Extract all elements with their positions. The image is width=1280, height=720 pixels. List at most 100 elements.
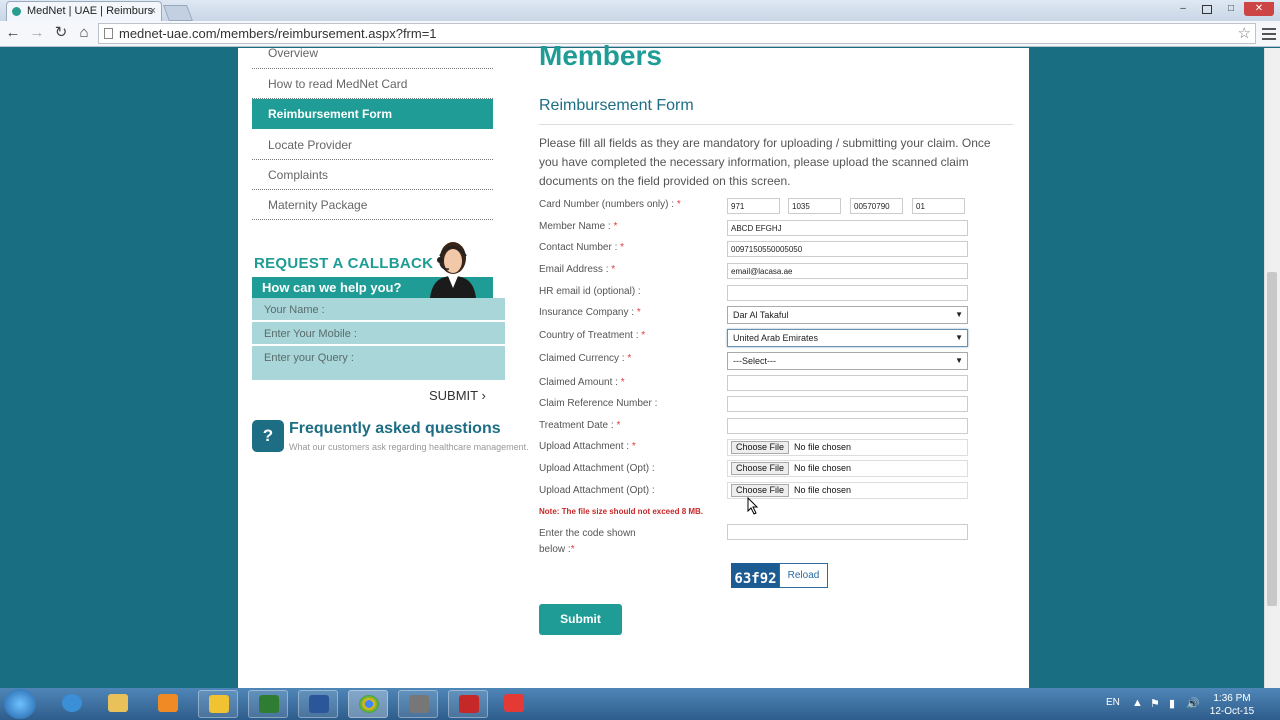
callback-title: REQUEST A CALLBACK	[254, 255, 434, 272]
sidebar-item-locate-provider[interactable]: Locate Provider	[252, 130, 493, 160]
home-button[interactable]: ⌂	[75, 24, 93, 42]
insurance-company-select[interactable]: Dar Al Takaful ▼	[727, 306, 968, 324]
card-number-part3-input[interactable]: 00570790	[850, 198, 903, 214]
country-label: Country of Treatment : *	[539, 330, 646, 341]
media-player-icon[interactable]	[148, 690, 188, 718]
currency-select[interactable]: ---Select--- ▼	[727, 352, 968, 370]
divider	[539, 124, 1013, 125]
language-indicator[interactable]: EN	[1106, 697, 1120, 708]
file-explorer-icon[interactable]	[98, 690, 138, 718]
action-center-flag-icon[interactable]: ⚑	[1150, 697, 1160, 710]
upload3-choose-file-button[interactable]: Choose File	[731, 484, 789, 497]
upload2-choose-file-button[interactable]: Choose File	[731, 462, 789, 475]
member-name-input[interactable]: ABCD EFGHJ	[727, 220, 968, 236]
dropdown-arrow-icon: ▼	[955, 333, 963, 342]
browser-menu-icon[interactable]	[1262, 25, 1276, 41]
callback-submit-button[interactable]: SUBMIT ›	[429, 388, 486, 403]
faq-title[interactable]: Frequently asked questions	[289, 420, 501, 438]
captcha-input[interactable]	[727, 524, 968, 540]
required-mark: *	[631, 441, 636, 452]
window-maximize-button[interactable]: □	[1220, 2, 1242, 16]
email-input[interactable]: email@lacasa.ae	[727, 263, 968, 279]
internet-explorer-icon[interactable]	[52, 690, 92, 718]
window-close-button[interactable]: ✕	[1244, 2, 1274, 16]
callback-query-field[interactable]: Enter your Query :	[252, 346, 505, 380]
amount-input[interactable]	[727, 375, 968, 391]
upload2-field: Choose File No file chosen	[727, 460, 968, 477]
window-restore-button[interactable]	[1196, 2, 1218, 16]
pdf-reader-icon[interactable]	[494, 690, 534, 718]
show-hidden-icons-icon[interactable]: ▲	[1132, 697, 1143, 709]
sidebar-item-complaints[interactable]: Complaints	[252, 160, 493, 190]
callback-submit-label: SUBMIT	[429, 388, 478, 403]
claim-reference-label: Claim Reference Number :	[539, 398, 658, 409]
sidebar-item-label: Locate Provider	[268, 138, 353, 152]
hr-email-input[interactable]	[727, 285, 968, 301]
sidebar-item-reimbursement-form[interactable]: Reimbursement Form	[252, 99, 493, 129]
submit-button[interactable]: Submit	[539, 604, 622, 635]
captcha-reload-button[interactable]: Reload	[779, 563, 828, 588]
sidebar-item-overview[interactable]: Overview	[252, 38, 493, 69]
sidebar-item-maternity-package[interactable]: Maternity Package	[252, 190, 493, 220]
country-select[interactable]: United Arab Emirates ▼	[727, 329, 968, 347]
start-button[interactable]	[4, 689, 36, 719]
forward-button[interactable]: →	[28, 24, 46, 42]
required-mark: *	[570, 544, 575, 555]
volume-icon[interactable]: 🔊	[1186, 697, 1200, 710]
sidebar-item-label: Complaints	[268, 168, 329, 182]
upload3-status: No file chosen	[794, 485, 852, 495]
email-label: Email Address : *	[539, 264, 616, 275]
callback-name-placeholder: Your Name :	[264, 304, 325, 316]
site-favicon-icon	[12, 7, 21, 16]
sidebar-item-label: Maternity Package	[268, 198, 368, 212]
required-mark: *	[676, 199, 681, 210]
treatment-date-label: Treatment Date : *	[539, 420, 621, 431]
dropdown-arrow-icon: ▼	[955, 310, 963, 319]
currency-label: Claimed Currency : *	[539, 353, 632, 364]
outlook-icon[interactable]	[198, 690, 238, 718]
sidebar-item-label: Reimbursement Form	[268, 107, 393, 121]
treatment-date-input[interactable]	[727, 418, 968, 434]
network-icon[interactable]: ▮	[1169, 697, 1175, 710]
contact-number-input[interactable]: 0097150550005050	[727, 241, 968, 257]
required-mark: *	[620, 377, 625, 388]
callback-mobile-placeholder: Enter Your Mobile :	[264, 328, 357, 340]
back-button[interactable]: ←	[4, 24, 22, 42]
callback-mobile-field[interactable]: Enter Your Mobile :	[252, 322, 505, 346]
browser-tab[interactable]: MedNet | UAE | Reimburs ×	[6, 1, 162, 21]
required-mark: *	[620, 242, 625, 253]
chrome-icon[interactable]	[348, 690, 388, 718]
window-minimize-button[interactable]: –	[1172, 2, 1194, 16]
file-size-note: Note: The file size should not exceed 8 …	[539, 507, 704, 516]
card-number-part4-input[interactable]: 01	[912, 198, 965, 214]
amount-label: Claimed Amount : *	[539, 377, 625, 388]
support-agent-image	[430, 242, 476, 298]
reload-button[interactable]: ↻	[52, 24, 70, 42]
faq-icon[interactable]: ?	[252, 420, 284, 452]
upload3-field: Choose File No file chosen	[727, 482, 968, 499]
upload1-choose-file-button[interactable]: Choose File	[731, 441, 789, 454]
page-title: Members	[539, 40, 662, 71]
bookmark-star-icon[interactable]: ☆	[1238, 24, 1251, 43]
word-icon[interactable]	[298, 690, 338, 718]
sidebar-item-label: Overview	[268, 46, 319, 60]
required-mark: *	[616, 420, 621, 431]
sidebar-item-how-to-read-card[interactable]: How to read MedNet Card	[252, 69, 493, 99]
image-editor-icon[interactable]	[448, 690, 488, 718]
upload3-label: Upload Attachment (Opt) :	[539, 485, 655, 496]
card-number-part1-input[interactable]: 971	[727, 198, 780, 214]
tab-close-icon[interactable]: ×	[150, 2, 156, 21]
upload1-label: Upload Attachment : *	[539, 441, 636, 452]
callback-name-field[interactable]: Your Name :	[252, 298, 505, 322]
clock[interactable]: 1:36 PM 12-Oct-15	[1209, 692, 1255, 718]
page-icon	[104, 28, 113, 39]
card-number-label: Card Number (numbers only) : *	[539, 199, 681, 210]
excel-icon[interactable]	[248, 690, 288, 718]
restore-icon	[1202, 5, 1212, 14]
tab-title: MedNet | UAE | Reimburs	[27, 5, 154, 17]
claim-reference-input[interactable]	[727, 396, 968, 412]
scanner-app-icon[interactable]	[398, 690, 438, 718]
chevron-right-icon: ›	[481, 388, 486, 403]
scrollbar-thumb[interactable]	[1267, 272, 1277, 606]
card-number-part2-input[interactable]: 1035	[788, 198, 841, 214]
